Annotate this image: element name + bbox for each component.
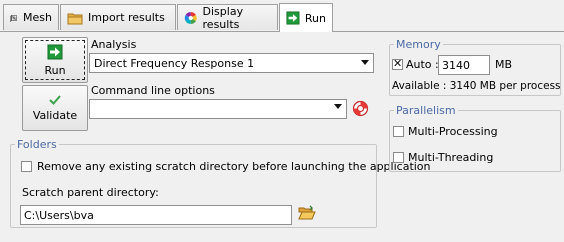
tab-display-results[interactable]: Display results: [177, 4, 278, 31]
analysis-label: Analysis: [91, 38, 137, 51]
remove-scratch-checkbox[interactable]: [21, 161, 32, 172]
scratch-parent-input[interactable]: C:\Users\bva: [20, 205, 292, 225]
remove-scratch-option[interactable]: Remove any existing scratch directory be…: [21, 160, 431, 173]
run-button[interactable]: Run: [22, 37, 88, 83]
memory-auto-option[interactable]: Auto :: [392, 57, 439, 71]
parallelism-legend: Parallelism: [396, 104, 456, 117]
multi-threading-option[interactable]: Multi-Threading: [393, 151, 493, 164]
run-arrow-icon: [286, 11, 300, 25]
tab-bar: Mesh Import results Display results Run: [0, 0, 564, 32]
tab-mesh-label: Mesh: [23, 11, 52, 24]
chevron-down-icon: [361, 60, 369, 65]
memory-auto-checkbox[interactable]: [392, 57, 403, 70]
tab-import-results[interactable]: Import results: [60, 4, 176, 30]
run-button-label: Run: [44, 63, 66, 77]
tab-run[interactable]: Run: [279, 3, 333, 32]
open-folder-icon[interactable]: [298, 205, 316, 221]
multi-threading-label: Multi-Threading: [408, 151, 494, 164]
memory-value: 3140: [442, 58, 470, 72]
tab-display-results-label: Display results: [202, 4, 244, 31]
memory-unit: MB: [495, 58, 513, 71]
tab-mesh[interactable]: Mesh: [3, 4, 59, 30]
checkmark-icon: [49, 94, 61, 105]
validate-button[interactable]: Validate: [22, 85, 88, 131]
lifebuoy-icon[interactable]: [352, 100, 369, 117]
command-line-input[interactable]: [89, 99, 347, 119]
memory-legend: Memory: [396, 38, 441, 51]
memory-value-input[interactable]: 3140: [438, 55, 490, 75]
multi-processing-option[interactable]: Multi-Processing: [393, 125, 498, 138]
multi-processing-label: Multi-Processing: [408, 125, 498, 138]
memory-auto-label: Auto :: [406, 58, 439, 71]
remove-scratch-label: Remove any existing scratch directory be…: [37, 160, 431, 173]
scratch-parent-label: Scratch parent directory:: [22, 186, 159, 199]
analysis-select[interactable]: Direct Frequency Response 1: [89, 53, 374, 73]
analysis-selected-value: Direct Frequency Response 1: [94, 56, 255, 70]
command-line-dropdown-icon[interactable]: [334, 104, 342, 109]
run-arrow-icon: [47, 44, 63, 59]
tab-import-results-label: Import results: [88, 11, 165, 24]
folder-icon: [67, 13, 83, 24]
memory-available: Available : 3140 MB per process (1): [392, 80, 564, 92]
mesh-icon: [10, 14, 17, 22]
validate-button-label: Validate: [32, 108, 78, 122]
scratch-parent-value: C:\Users\bva: [24, 208, 94, 222]
color-wheel-icon: [184, 11, 197, 24]
folders-legend: Folders: [17, 138, 57, 151]
command-line-label: Command line options: [91, 84, 215, 97]
multi-threading-checkbox[interactable]: [393, 152, 404, 163]
multi-processing-checkbox[interactable]: [393, 126, 404, 137]
tab-run-label: Run: [304, 11, 326, 25]
